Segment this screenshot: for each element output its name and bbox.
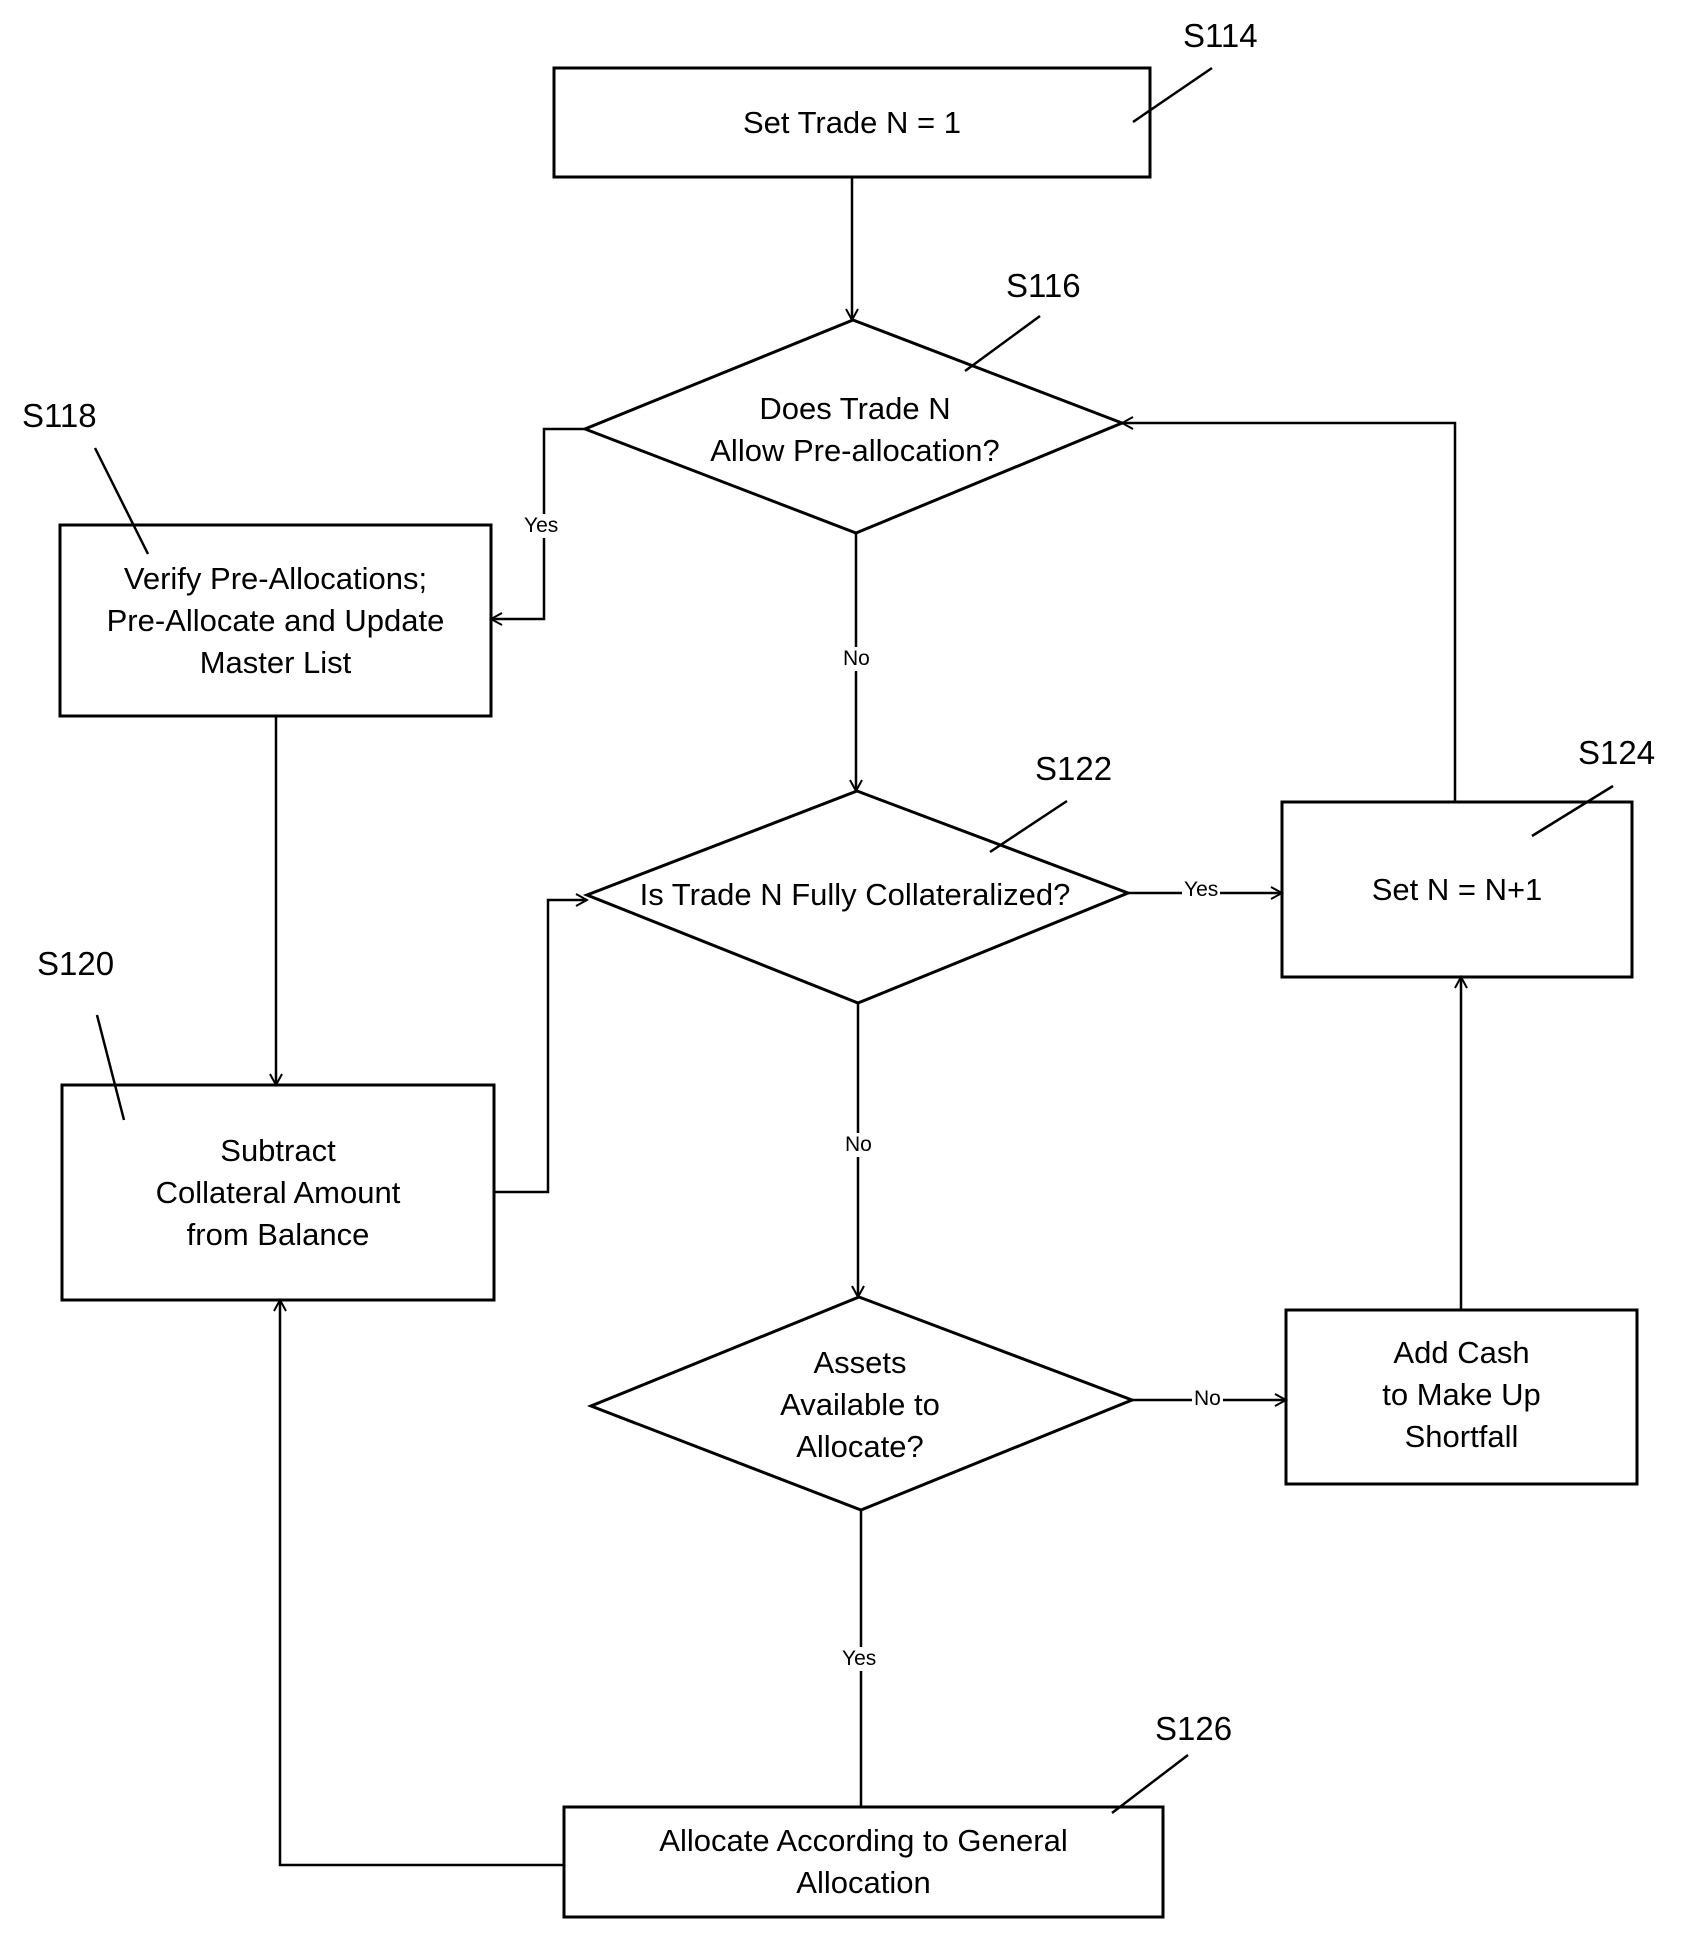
s118-label: Verify Pre-Allocations; Pre-Allocate and… xyxy=(60,525,491,716)
edge-s126-s120 xyxy=(280,1300,564,1867)
s126-label: Allocate According to General Allocation xyxy=(564,1807,1163,1917)
s116-label-line-1: Does Trade N xyxy=(759,391,951,426)
s122-no-label: No xyxy=(843,1133,874,1157)
s120-label-line-3: from Balance xyxy=(186,1216,370,1252)
addcash-label: Add Cash to Make Up Shortfall xyxy=(1286,1330,1637,1460)
assets-label-line-3: Allocate? xyxy=(796,1429,924,1464)
s126-label-line-2: Allocation xyxy=(796,1865,931,1900)
s116-yes-label: Yes xyxy=(522,514,561,538)
s126-leader xyxy=(1111,1754,1189,1814)
s124-ref: S124 xyxy=(1578,734,1656,771)
s116-label-line-2: Allow Pre-allocation? xyxy=(710,433,1000,468)
s120-label-line-1: Subtract xyxy=(220,1132,336,1168)
s116-no-label: No xyxy=(841,647,872,671)
assets-no-label: No xyxy=(1192,1387,1223,1411)
addcash-label-line-2: to Make Up xyxy=(1382,1377,1541,1412)
s114-label: Set Trade N = 1 xyxy=(743,104,961,140)
assets-label-line-2: Available to xyxy=(780,1387,940,1422)
assets-yes-label: Yes xyxy=(840,1647,879,1671)
addcash-label-line-1: Add Cash xyxy=(1393,1335,1530,1370)
s118-label-line-2: Pre-Allocate and Update xyxy=(106,602,445,638)
addcash-label-line-3: Shortfall xyxy=(1404,1419,1519,1454)
s126-label-line-1: Allocate According to General xyxy=(659,1823,1068,1858)
assets-label: Assets Available to Allocate? xyxy=(710,1340,1010,1470)
edge-s120-s122 xyxy=(494,900,587,1194)
edge-s124-s116 xyxy=(1122,423,1457,802)
s120-label-line-2: Collateral Amount xyxy=(155,1174,401,1210)
s124-label: Set N = N+1 xyxy=(1371,871,1543,907)
s120-ref: S120 xyxy=(37,945,115,982)
assets-label-line-1: Assets xyxy=(813,1345,907,1380)
s120-label: Subtract Collateral Amount from Balance xyxy=(62,1120,494,1265)
s122-ref: S122 xyxy=(1035,750,1113,787)
s122-yes-label: Yes xyxy=(1182,878,1221,902)
s122-label: Is Trade N Fully Collateralized? xyxy=(639,877,1071,912)
s116-leader xyxy=(964,314,1041,373)
s126-ref: S126 xyxy=(1155,1710,1233,1747)
s114-ref: S114 xyxy=(1183,17,1258,54)
s116-ref: S116 xyxy=(1006,267,1081,304)
s116-label: Does Trade N Allow Pre-allocation? xyxy=(640,380,1070,480)
s118-label-line-3: Master List xyxy=(199,644,352,680)
s118-label-line-1: Verify Pre-Allocations; xyxy=(123,560,428,596)
s122-leader xyxy=(989,799,1068,854)
s118-ref: S118 xyxy=(22,397,97,434)
